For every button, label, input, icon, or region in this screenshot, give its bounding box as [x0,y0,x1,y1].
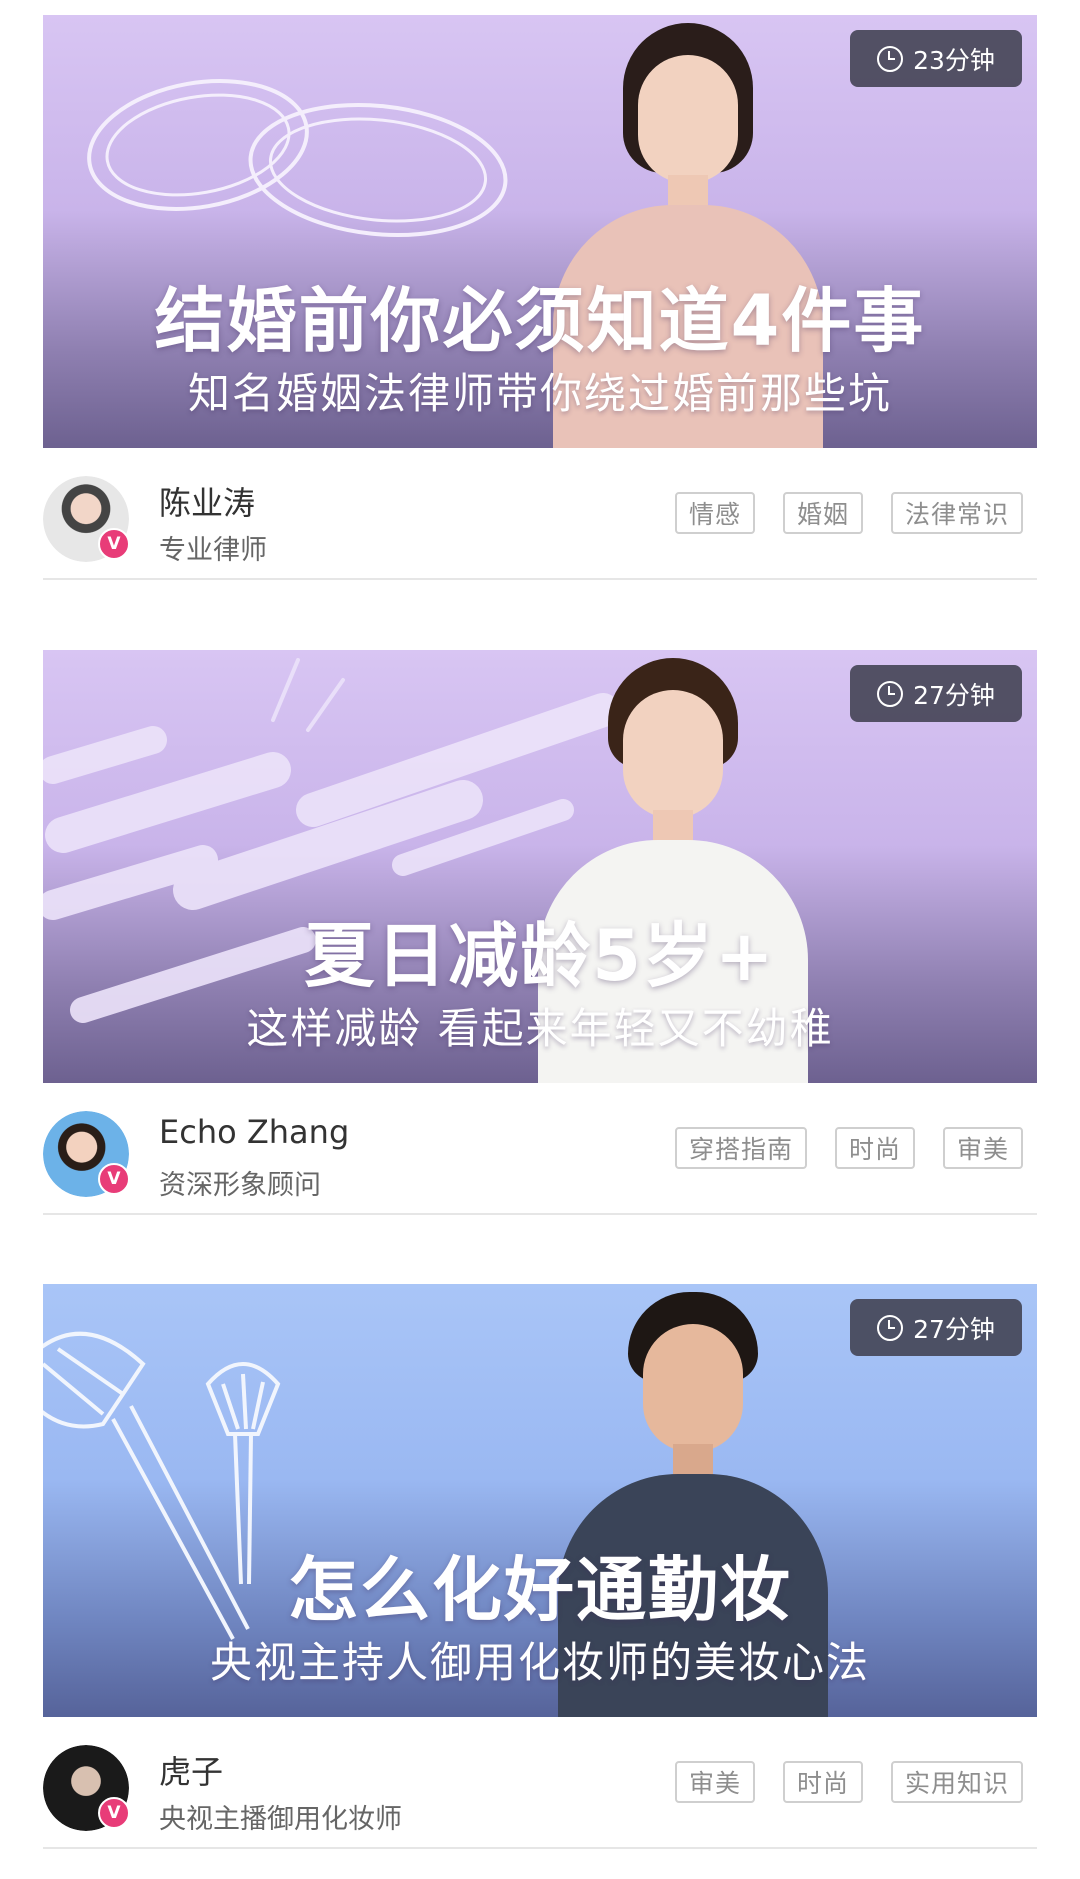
course-card-2[interactable]: 27分钟 夏日减龄5岁+ 这样减龄 看起来年轻又不幼稚 V Echo Zhang… [43,650,1037,1215]
duration-badge: 27分钟 [850,665,1022,722]
tag[interactable]: 婚姻 [782,492,863,534]
tag[interactable]: 法律常识 [890,492,1023,534]
course-subtitle: 知名婚姻法律师带你绕过婚前那些坑 [187,369,892,418]
tag[interactable]: 穿搭指南 [674,1127,807,1169]
author-role: 资深形象顾问 [159,1170,321,1201]
course-subtitle: 这样减龄 看起来年轻又不幼稚 [246,1004,834,1053]
duration-text: 27分钟 [913,680,995,710]
verified-badge-icon: V [98,528,130,560]
tag[interactable]: 实用知识 [890,1761,1023,1803]
author-row: V 虎子 央视主播御用化妆师 审美 时尚 实用知识 [43,1717,1037,1849]
tag[interactable]: 时尚 [834,1127,915,1169]
tag-list: 穿搭指南 时尚 审美 [674,1127,1023,1169]
course-banner[interactable]: 23分钟 结婚前你必须知道4件事 知名婚姻法律师带你绕过婚前那些坑 [43,15,1037,448]
author-name[interactable]: 虎子 [159,1747,223,1793]
clock-icon [877,680,904,707]
course-banner[interactable]: 27分钟 夏日减龄5岁+ 这样减龄 看起来年轻又不幼稚 [43,650,1037,1083]
tag[interactable]: 审美 [674,1761,755,1803]
tag-list: 审美 时尚 实用知识 [674,1761,1023,1803]
duration-badge: 27分钟 [850,1299,1022,1356]
clock-icon [877,45,904,72]
author-name[interactable]: Echo Zhang [159,1113,349,1151]
author-role: 专业律师 [159,535,267,566]
course-subtitle: 央视主持人御用化妆师的美妆心法 [209,1638,870,1687]
course-card-3[interactable]: 27分钟 怎么化好通勤妆 央视主持人御用化妆师的美妆心法 V 虎子 央视主播御用… [43,1284,1037,1849]
tag[interactable]: 情感 [674,492,755,534]
author-row: V Echo Zhang 资深形象顾问 穿搭指南 时尚 审美 [43,1083,1037,1215]
course-title: 怎么化好通勤妆 [288,1549,792,1631]
duration-text: 27分钟 [913,1314,995,1344]
course-banner[interactable]: 27分钟 怎么化好通勤妆 央视主持人御用化妆师的美妆心法 [43,1284,1037,1717]
tag-list: 情感 婚姻 法律常识 [674,492,1023,534]
author-row: V 陈业涛 专业律师 情感 婚姻 法律常识 [43,448,1037,580]
course-title: 结婚前你必须知道4件事 [154,280,926,362]
tag[interactable]: 审美 [942,1127,1023,1169]
author-name[interactable]: 陈业涛 [159,478,255,524]
duration-text: 23分钟 [913,45,995,75]
duration-badge: 23分钟 [850,30,1022,87]
verified-badge-icon: V [98,1163,130,1195]
course-title: 夏日减龄5岁+ [304,915,776,997]
verified-badge-icon: V [98,1797,130,1829]
course-card-1[interactable]: 23分钟 结婚前你必须知道4件事 知名婚姻法律师带你绕过婚前那些坑 V 陈业涛 … [43,15,1037,580]
tag[interactable]: 时尚 [782,1761,863,1803]
clock-icon [877,1314,904,1341]
author-role: 央视主播御用化妆师 [159,1804,402,1835]
